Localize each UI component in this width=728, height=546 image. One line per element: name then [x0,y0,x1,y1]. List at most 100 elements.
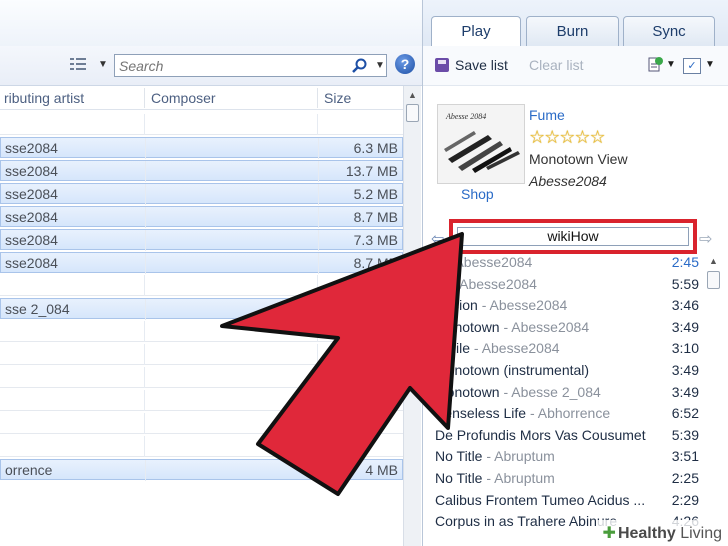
track-artist: - Abesse2084 [442,254,533,270]
track-artist: - Abhorrence [526,405,611,422]
scroll-up-icon[interactable]: ▲ [709,256,718,266]
now-playing-title[interactable]: Fume [529,107,565,123]
cell-divider [318,299,319,320]
column-header-row: ributing artist Composer Size [0,86,403,110]
cell-divider [317,321,318,342]
cell-divider [317,413,318,434]
table-row[interactable]: sse 2_084 [0,298,403,320]
table-row[interactable]: orrence 4 MB [0,459,403,481]
track-title: ollision - Abesse2084 [435,297,568,314]
playlist-item[interactable]: ollision - Abesse2084 3:46 [435,295,699,316]
tab-play[interactable]: Play [431,16,521,48]
cell-divider [145,184,146,205]
cell-divider [145,230,146,251]
table-row[interactable]: sse2084 13.7 MB [0,160,403,182]
cell-divider [318,253,319,274]
table-row[interactable] [0,275,403,296]
table-row[interactable] [0,436,403,457]
table-row[interactable] [0,413,403,434]
table-row[interactable]: sse2084 8.7 MB [0,252,403,274]
cell-divider [144,114,145,135]
contributing-artist-cell: sse2084 [5,255,58,271]
size-cell: 8.7 MB [353,209,398,225]
checkbox-options-dropdown-icon[interactable]: ▼ [705,59,715,70]
list-options-dropdown-icon[interactable]: ▼ [666,59,676,70]
save-list-button[interactable]: Save list [435,57,508,73]
list-name-highlight: wikiHow [449,219,697,254]
playlist-item[interactable]: Monotown - Abesse2084 3:49 [435,317,699,338]
track-title: Smile - Abesse2084 [435,340,560,357]
list-options-icon[interactable] [647,56,663,74]
cell-divider [145,460,146,481]
playlist-item[interactable]: e - Abesse2084 2:45 [435,252,699,273]
list-name-input[interactable]: wikiHow [457,227,689,246]
back-arrow-icon[interactable]: ⇦ [431,229,444,249]
column-divider[interactable] [144,88,145,108]
size-cell: 6.3 MB [353,140,398,156]
size-cell: 7.3 MB [353,232,398,248]
library-scrollbar[interactable]: ▲ [403,86,421,546]
table-row[interactable] [0,321,403,342]
track-title: Monotown (instrumental) [435,362,590,378]
track-duration: 3:10 [671,340,699,357]
scroll-up-icon[interactable]: ▲ [408,90,417,100]
view-options-dropdown-icon[interactable]: ▼ [98,59,108,70]
playlist-item[interactable]: De Profundis Mors Vas Cousumet 5:39 [435,425,699,446]
view-options-icon[interactable] [70,57,86,71]
help-icon[interactable]: ? [395,54,415,74]
playlist-item[interactable]: Monotown - Abesse 2_084 3:49 [435,382,699,403]
cell-divider [144,436,145,457]
search-dropdown-icon[interactable]: ▼ [375,60,385,71]
cell-divider [317,436,318,457]
save-list-label: Save list [455,57,508,73]
playlist-item[interactable]: No Title - Abruptum 3:51 [435,446,699,467]
search-icon[interactable] [351,58,367,74]
shop-link[interactable]: Shop [461,186,494,202]
column-header-composer[interactable]: Composer [151,90,216,106]
cell-divider [317,390,318,411]
table-row[interactable]: sse2084 8.7 MB [0,206,403,228]
album-art[interactable]: Abesse 2084 [437,104,525,184]
track-duration: 5:39 [671,426,699,443]
search-input[interactable] [119,57,344,74]
column-header-artist[interactable]: ributing artist [4,90,84,106]
clear-list-button[interactable]: Clear list [529,57,583,73]
cell-divider [144,413,145,434]
tab-sync[interactable]: Sync [623,16,715,47]
rating-stars[interactable]: ☆☆☆☆☆ [529,127,606,148]
cell-divider [317,275,318,296]
playlist-item[interactable]: No Title - Abruptum 2:25 [435,468,699,489]
playlist-item[interactable]: Monotown (instrumental) 3:49 [435,360,699,381]
playlist-scrollbar[interactable]: ▲ [705,252,723,546]
track-title: No Title - Abruptum [435,448,555,465]
table-row[interactable] [0,367,403,388]
checkbox-options-icon[interactable]: ✓ [683,58,701,74]
track-artist: - Abesse 2_084 [499,383,601,400]
playlist-item[interactable]: Senseless Life - Abhorrence 6:52 [435,403,699,424]
table-row[interactable] [0,390,403,411]
search-box[interactable]: ▼ [114,54,387,77]
scroll-thumb[interactable] [406,104,419,122]
table-row[interactable] [0,114,403,135]
playlist-item[interactable]: Smile - Abesse2084 3:10 [435,338,699,359]
track-duration: 3:49 [671,318,699,335]
playlist-item[interactable]: Calibus Frontem Tumeo Acidus ... 2:29 [435,490,699,511]
track-duration: 2:25 [671,470,699,486]
playlist-item[interactable]: re - Abesse2084 5:59 [435,274,699,295]
track-duration: 2:29 [671,491,699,508]
scroll-thumb[interactable] [707,271,720,289]
tab-burn[interactable]: Burn [526,16,619,47]
library-pane: ▼ ▼ ? ributing artist Composer Size sse2… [0,0,422,546]
contributing-artist-cell: sse2084 [5,163,58,179]
table-row[interactable]: sse2084 7.3 MB [0,229,403,251]
track-duration: 3:49 [671,383,699,400]
contributing-artist-cell: sse2084 [5,140,58,156]
column-header-size[interactable]: Size [324,90,351,106]
cell-divider [145,207,146,228]
table-row[interactable] [0,344,403,365]
table-row[interactable]: sse2084 5.2 MB [0,183,403,205]
table-row[interactable]: sse2084 6.3 MB [0,137,403,159]
size-cell: 13.7 MB [345,163,398,179]
column-divider[interactable] [317,88,318,108]
forward-arrow-icon[interactable]: ⇨ [699,229,712,249]
